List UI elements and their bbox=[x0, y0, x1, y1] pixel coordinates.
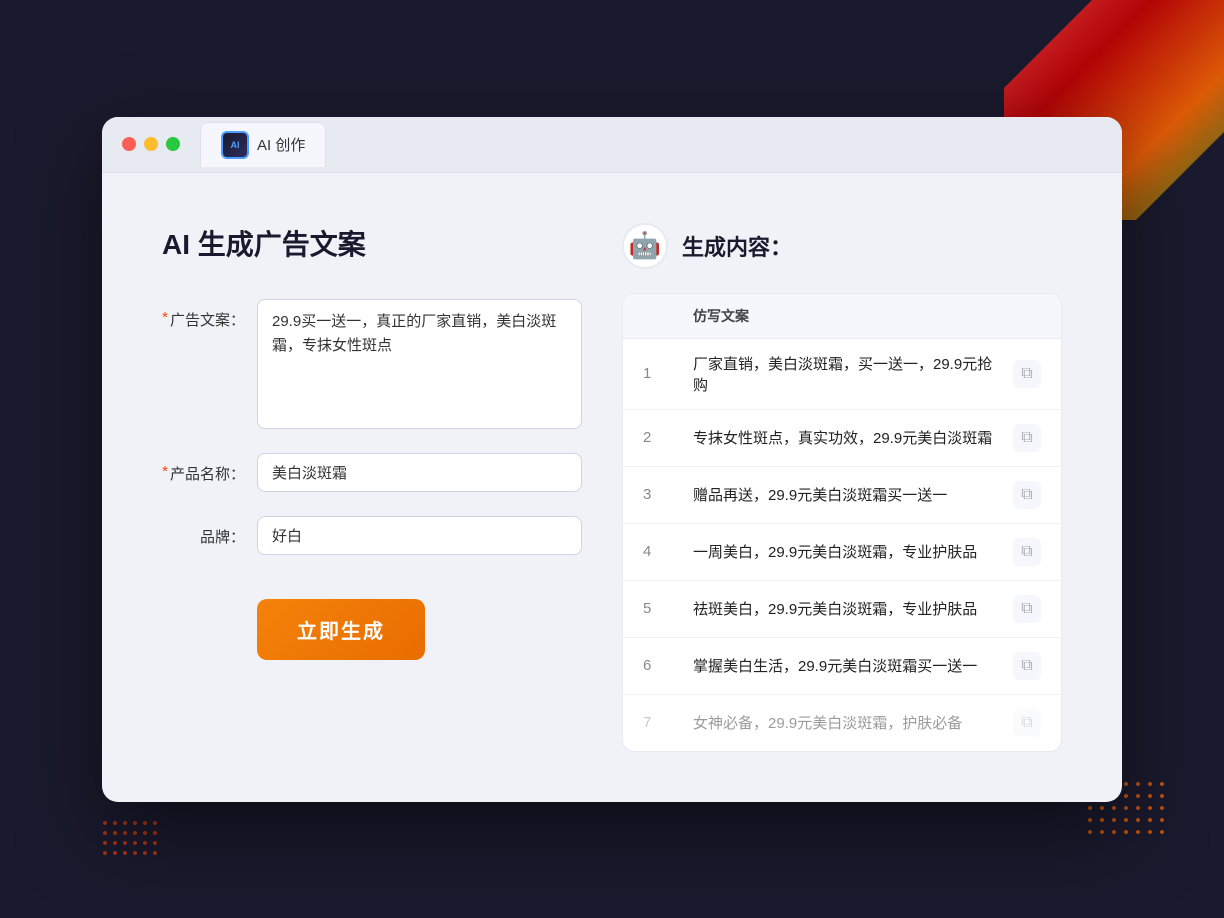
row-number: 5 bbox=[643, 600, 673, 617]
form-row-product-name: * 产品名称： bbox=[162, 453, 582, 492]
results-list: 1 厂家直销，美白淡斑霜，买一送一，29.9元抢购 ⧉ 2 专抹女性斑点，真实功… bbox=[623, 339, 1061, 751]
copy-button[interactable]: ⧉ bbox=[1013, 360, 1041, 388]
row-text: 女神必备，29.9元美白淡斑霜，护肤必备 bbox=[693, 712, 993, 733]
row-number: 6 bbox=[643, 657, 673, 674]
product-name-label: * 产品名称： bbox=[162, 453, 257, 484]
row-text: 厂家直销，美白淡斑霜，买一送一，29.9元抢购 bbox=[693, 353, 993, 395]
col-num-header bbox=[643, 306, 673, 326]
browser-window: AI 创作 AI 生成广告文案 * 广告文案： * 产品名称： bbox=[102, 117, 1122, 802]
left-panel: AI 生成广告文案 * 广告文案： * 产品名称： 品牌 bbox=[162, 223, 582, 752]
ad-copy-label: * 广告文案： bbox=[162, 299, 257, 330]
row-number: 3 bbox=[643, 486, 673, 503]
form-row-brand: 品牌： bbox=[162, 516, 582, 555]
title-bar: AI 创作 bbox=[102, 117, 1122, 173]
bg-dots-bottom-left bbox=[100, 818, 160, 858]
traffic-lights bbox=[122, 137, 180, 151]
required-star-product: * bbox=[162, 463, 168, 480]
copy-button[interactable]: ⧉ bbox=[1013, 652, 1041, 680]
table-row: 7 女神必备，29.9元美白淡斑霜，护肤必备 ⧉ bbox=[623, 695, 1061, 751]
copy-button[interactable]: ⧉ bbox=[1013, 595, 1041, 623]
row-text: 一周美白，29.9元美白淡斑霜，专业护肤品 bbox=[693, 541, 993, 562]
table-row: 3 赠品再送，29.9元美白淡斑霜买一送一 ⧉ bbox=[623, 467, 1061, 524]
copy-button[interactable]: ⧉ bbox=[1013, 709, 1041, 737]
table-row: 1 厂家直销，美白淡斑霜，买一送一，29.9元抢购 ⧉ bbox=[623, 339, 1061, 410]
table-row: 4 一周美白，29.9元美白淡斑霜，专业护肤品 ⧉ bbox=[623, 524, 1061, 581]
result-table: 仿写文案 1 厂家直销，美白淡斑霜，买一送一，29.9元抢购 ⧉ 2 专抹女性斑… bbox=[622, 293, 1062, 752]
copy-button[interactable]: ⧉ bbox=[1013, 538, 1041, 566]
copy-button[interactable]: ⧉ bbox=[1013, 481, 1041, 509]
minimize-button[interactable] bbox=[144, 137, 158, 151]
result-title: 生成内容： bbox=[682, 230, 792, 262]
table-row: 6 掌握美白生活，29.9元美白淡斑霜买一送一 ⧉ bbox=[623, 638, 1061, 695]
brand-label: 品牌： bbox=[162, 516, 257, 547]
required-star-ad-copy: * bbox=[162, 309, 168, 326]
tab-ai-creation[interactable]: AI 创作 bbox=[200, 122, 326, 167]
table-row: 5 祛斑美白，29.9元美白淡斑霜，专业护肤品 ⧉ bbox=[623, 581, 1061, 638]
product-name-input[interactable] bbox=[257, 453, 582, 492]
maximize-button[interactable] bbox=[166, 137, 180, 151]
table-row: 2 专抹女性斑点，真实功效，29.9元美白淡斑霜 ⧉ bbox=[623, 410, 1061, 467]
row-text: 赠品再送，29.9元美白淡斑霜买一送一 bbox=[693, 484, 993, 505]
form-row-ad-copy: * 广告文案： bbox=[162, 299, 582, 429]
robot-icon: 🤖 bbox=[622, 223, 668, 269]
right-panel: 🤖 生成内容： 仿写文案 1 厂家直销，美白淡斑霜，买一送一，29.9元抢购 ⧉… bbox=[622, 223, 1062, 752]
page-title: AI 生成广告文案 bbox=[162, 223, 582, 263]
ai-tab-icon bbox=[221, 131, 249, 159]
row-text: 掌握美白生活，29.9元美白淡斑霜买一送一 bbox=[693, 655, 993, 676]
row-number: 4 bbox=[643, 543, 673, 560]
ad-copy-input[interactable] bbox=[257, 299, 582, 429]
row-number: 2 bbox=[643, 429, 673, 446]
close-button[interactable] bbox=[122, 137, 136, 151]
copy-button[interactable]: ⧉ bbox=[1013, 424, 1041, 452]
brand-input[interactable] bbox=[257, 516, 582, 555]
col-text-header: 仿写文案 bbox=[693, 306, 991, 326]
generate-button[interactable]: 立即生成 bbox=[257, 599, 425, 660]
content-area: AI 生成广告文案 * 广告文案： * 产品名称： 品牌 bbox=[102, 173, 1122, 802]
row-text: 专抹女性斑点，真实功效，29.9元美白淡斑霜 bbox=[693, 427, 993, 448]
tab-label: AI 创作 bbox=[257, 134, 305, 155]
row-number: 7 bbox=[643, 714, 673, 731]
result-header: 🤖 生成内容： bbox=[622, 223, 1062, 269]
col-action-header bbox=[1011, 306, 1041, 326]
row-number: 1 bbox=[643, 365, 673, 382]
row-text: 祛斑美白，29.9元美白淡斑霜，专业护肤品 bbox=[693, 598, 993, 619]
robot-emoji: 🤖 bbox=[629, 230, 661, 261]
table-header: 仿写文案 bbox=[623, 294, 1061, 339]
